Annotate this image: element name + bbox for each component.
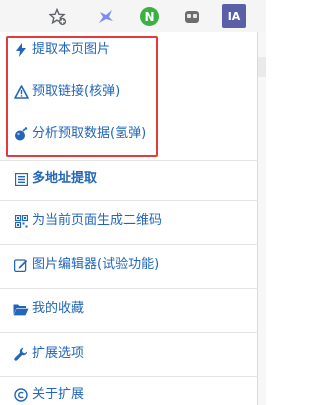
menu-item-label: 为当前页面生成二维码 bbox=[32, 213, 163, 228]
n-extension-label: N bbox=[140, 7, 159, 26]
ia-extension-label: IA bbox=[227, 9, 241, 23]
page-edge bbox=[258, 32, 266, 405]
bookmark-add-icon[interactable] bbox=[47, 6, 68, 27]
menu-item-prefetch-links[interactable]: 预取链接(核弹) bbox=[13, 82, 120, 102]
lightning-icon bbox=[13, 42, 29, 58]
menu-item-extract-images[interactable]: 提取本页图片 bbox=[13, 40, 110, 60]
menu-item-label: 扩展选项 bbox=[32, 346, 85, 361]
menu-item-label: 多地址提取 bbox=[32, 171, 98, 186]
menu-item-label: 关于扩展 bbox=[32, 387, 85, 402]
menu-item-extension-options[interactable]: 扩展选项 bbox=[13, 344, 84, 364]
gamepad-extension-icon[interactable] bbox=[181, 6, 202, 27]
menu-separator bbox=[0, 288, 258, 289]
wrench-icon bbox=[13, 346, 29, 362]
menu-item-label: 我的收藏 bbox=[32, 301, 85, 316]
menu-item-multi-url-extract[interactable]: 多地址提取 bbox=[13, 169, 97, 189]
menu-separator bbox=[0, 376, 258, 377]
n-extension-icon[interactable]: N bbox=[139, 6, 160, 27]
qrcode-icon bbox=[13, 213, 29, 229]
menu-separator bbox=[0, 200, 258, 201]
menu-separator bbox=[0, 160, 258, 161]
menu-item-label: 提取本页图片 bbox=[32, 42, 111, 57]
menu-separator bbox=[0, 332, 258, 333]
menu-item-generate-qrcode[interactable]: 为当前页面生成二维码 bbox=[13, 211, 162, 231]
menu-item-label: 图片编辑器(试验功能) bbox=[32, 257, 160, 272]
menu-item-my-favorites[interactable]: 我的收藏 bbox=[13, 299, 84, 319]
menu-item-label: 预取链接(核弹) bbox=[32, 84, 121, 99]
folder-open-icon bbox=[13, 301, 29, 317]
menu-item-label: 分析预取数据(氢弹) bbox=[32, 126, 147, 141]
menu-separator bbox=[0, 244, 258, 245]
bomb-icon bbox=[13, 126, 29, 142]
copyright-icon bbox=[13, 387, 29, 403]
menu-item-about-extension[interactable]: 关于扩展 bbox=[13, 385, 84, 405]
extension-bird-icon[interactable] bbox=[95, 6, 116, 27]
extension-popup-menu: 提取本页图片 预取链接(核弹) 分析预取数据(氢弹) 多地址提取 为当前页面生成… bbox=[0, 32, 258, 405]
menu-item-analyze-prefetch[interactable]: 分析预取数据(氢弹) bbox=[13, 124, 146, 144]
ia-extension-icon[interactable]: IA bbox=[219, 1, 249, 31]
edit-icon bbox=[13, 257, 29, 273]
warning-triangle-icon bbox=[13, 84, 29, 100]
list-icon bbox=[13, 171, 29, 187]
browser-toolbar: N IA bbox=[0, 0, 266, 32]
menu-item-image-editor[interactable]: 图片编辑器(试验功能) bbox=[13, 255, 159, 275]
